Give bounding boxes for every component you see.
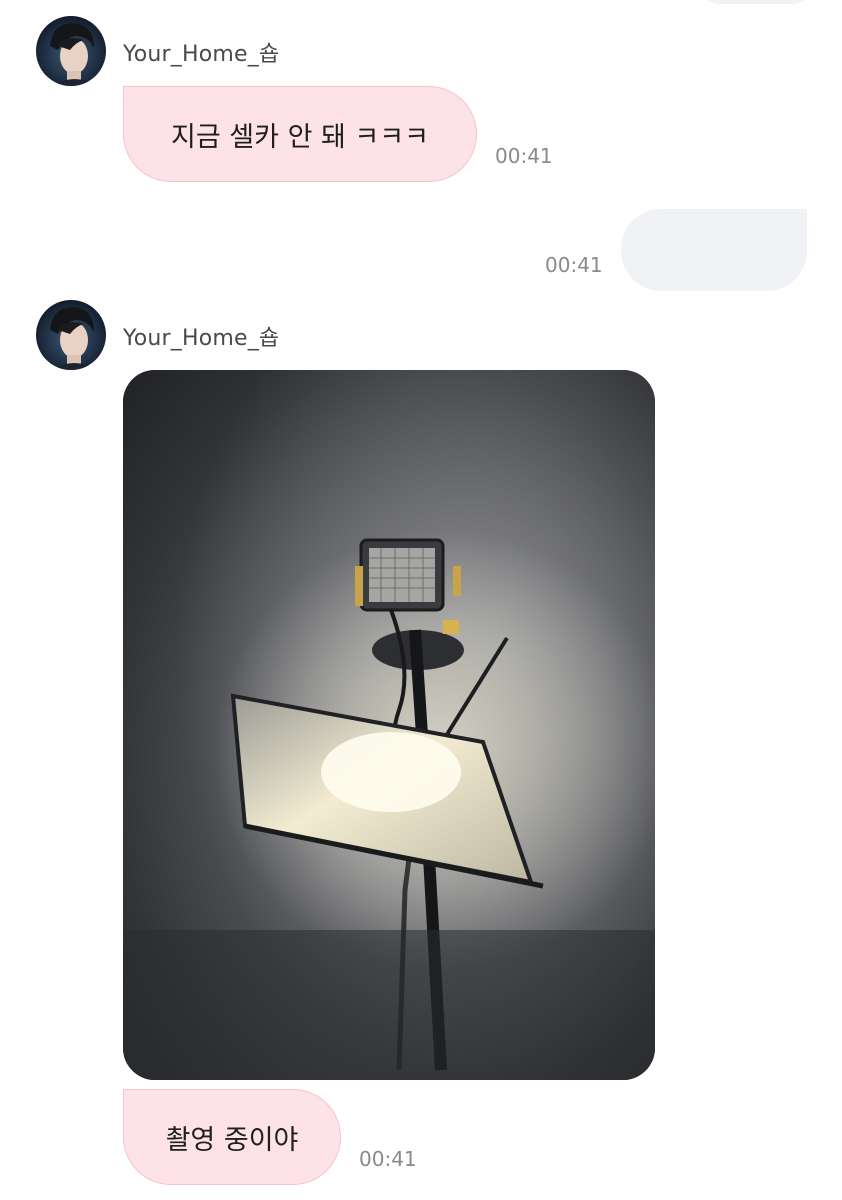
photo-message[interactable] xyxy=(123,370,655,1080)
sender-avatar[interactable] xyxy=(36,16,106,86)
sender-avatar[interactable] xyxy=(36,300,106,370)
outgoing-bubble-partial[interactable] xyxy=(692,0,820,4)
sender-name: Your_Home_숍 xyxy=(123,326,280,351)
avatar-image xyxy=(36,300,106,370)
outgoing-message-bubble[interactable] xyxy=(621,209,807,291)
incoming-message-bubble[interactable]: 지금 셀카 안 돼 ㅋㅋㅋ xyxy=(123,86,477,182)
sender-name: Your_Home_숍 xyxy=(123,42,280,67)
incoming-message-bubble[interactable]: 촬영 중이야 xyxy=(123,1089,341,1185)
film-set-light-image xyxy=(123,370,655,1080)
message-timestamp: 00:41 xyxy=(359,1147,417,1171)
avatar-image xyxy=(36,16,106,86)
chat-thread: Your_Home_숍 지금 셀카 안 돼 ㅋㅋㅋ 00:41 00:41 Yo… xyxy=(0,0,842,1200)
message-text: 지금 셀카 안 돼 ㅋㅋㅋ xyxy=(171,121,429,153)
message-timestamp: 00:41 xyxy=(495,144,553,168)
message-text: 촬영 중이야 xyxy=(165,1124,299,1156)
message-timestamp: 00:41 xyxy=(545,253,603,277)
